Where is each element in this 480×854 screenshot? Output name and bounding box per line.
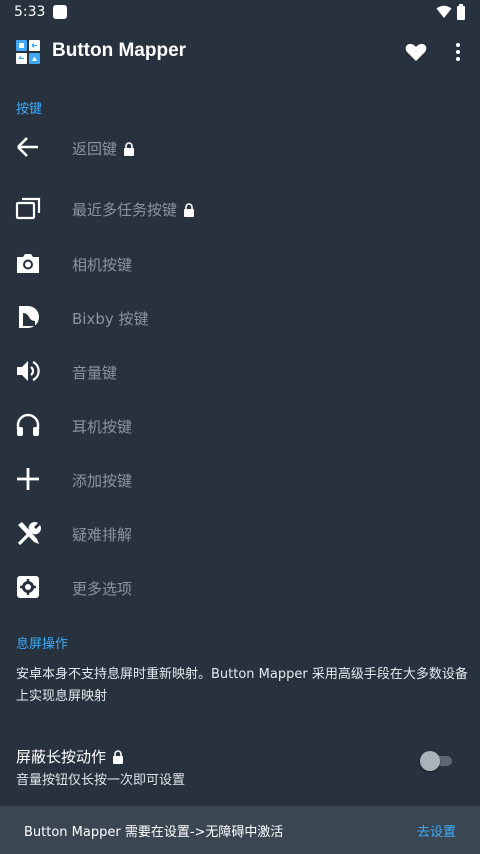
camera-icon	[17, 254, 39, 273]
menu-item-add-key[interactable]: 添加按键	[0, 452, 480, 506]
block-long-press-title: 屏蔽长按动作	[16, 746, 124, 767]
favorite-heart-icon[interactable]	[404, 40, 428, 64]
accessibility-snackbar: Button Mapper 需要在设置->无障碍中激活 去设置	[0, 806, 480, 854]
battery-icon	[457, 4, 465, 20]
app-title: Button Mapper	[52, 40, 187, 61]
toggle-thumb	[420, 751, 440, 771]
status-time: 5:33	[14, 4, 46, 20]
go-to-settings-button[interactable]: 去设置	[417, 821, 456, 840]
menu-item-recent-apps-key[interactable]: 最近多任务按键	[0, 181, 480, 235]
tools-icon	[17, 521, 42, 546]
back-arrow-icon	[17, 137, 38, 157]
plus-icon	[17, 468, 39, 490]
block-long-press-label: 屏蔽长按动作	[16, 748, 107, 766]
menu-item-label: 耳机按键	[72, 418, 133, 436]
recent-apps-icon	[15, 197, 41, 220]
snackbar-message: Button Mapper 需要在设置->无障碍中激活	[24, 825, 284, 840]
menu-item-volume-key[interactable]: 音量键	[0, 344, 480, 398]
bixby-icon	[19, 306, 39, 328]
status-icons	[436, 4, 466, 20]
lock-icon	[124, 141, 135, 156]
block-long-press-subtitle: 音量按钮仅长按一次即可设置	[16, 773, 186, 788]
menu-item-label: 疑难排解	[72, 526, 133, 544]
lock-icon	[113, 749, 124, 764]
menu-item-camera-key[interactable]: 相机按键	[0, 236, 480, 290]
menu-item-label: 添加按键	[72, 472, 133, 490]
menu-item-headphone-key[interactable]: 耳机按键	[0, 398, 480, 452]
menu-item-troubleshoot[interactable]: 疑难排解	[0, 506, 480, 560]
menu-item-label: 最近多任务按键	[72, 201, 178, 219]
app-bar: Button Mapper	[0, 26, 480, 78]
headphones-icon	[16, 413, 40, 436]
menu-item-bixby-key[interactable]: Bixby 按键	[0, 290, 480, 344]
menu-item-more-options[interactable]: 更多选项	[0, 560, 480, 614]
block-long-press-toggle[interactable]	[420, 751, 454, 771]
menu-item-label: 返回键	[72, 140, 118, 158]
settings-icon	[17, 576, 39, 598]
wifi-icon	[436, 5, 452, 18]
section-header-keys: 按键	[16, 102, 43, 117]
status-bar: 5:33	[0, 0, 480, 26]
menu-item-label: Bixby 按键	[72, 310, 149, 328]
app-logo-icon	[16, 40, 40, 64]
more-options-icon[interactable]	[446, 40, 470, 64]
lock-icon	[184, 202, 195, 217]
section-header-screen-off: 息屏操作	[16, 637, 69, 652]
volume-icon	[17, 361, 40, 381]
menu-item-label: 音量键	[72, 364, 118, 382]
menu-item-back-key[interactable]: 返回键	[0, 120, 480, 174]
screen-off-description: 安卓本身不支持息屏时重新映射。Button Mapper 采用高级手段在大多数设…	[16, 667, 468, 704]
menu-item-label: 相机按键	[72, 256, 133, 274]
notification-icon	[53, 5, 67, 19]
menu-item-label: 更多选项	[72, 580, 133, 598]
